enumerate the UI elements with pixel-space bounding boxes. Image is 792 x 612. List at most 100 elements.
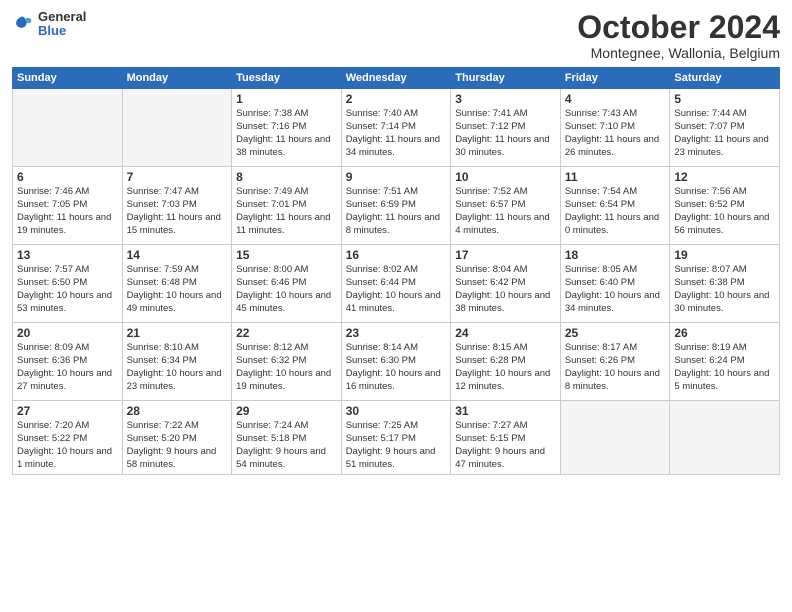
table-row: 24Sunrise: 8:15 AM Sunset: 6:28 PM Dayli… [451, 323, 561, 401]
day-info: Sunrise: 8:00 AM Sunset: 6:46 PM Dayligh… [236, 264, 337, 315]
day-number: 21 [127, 326, 228, 340]
day-number: 6 [17, 170, 118, 184]
day-info: Sunrise: 7:54 AM Sunset: 6:54 PM Dayligh… [565, 186, 666, 237]
logo-text: General Blue [38, 10, 86, 39]
logo: General Blue [12, 10, 86, 39]
table-row: 10 Sunrise: 7:52 AM Sunset: 6:57 PM Dayli… [451, 167, 561, 245]
table-row [122, 89, 232, 167]
subtitle: Montegnee, Wallonia, Belgium [577, 45, 780, 61]
day-info: Sunrise: 7:52 AM Sunset: 6:57 PM Dayligh… [455, 186, 556, 237]
day-number: 27 [17, 404, 118, 418]
table-row: 4 Sunrise: 7:43 AM Sunset: 7:10 PM Daylig… [560, 89, 670, 167]
day-info: Sunrise: 7:41 AM Sunset: 7:12 PM Dayligh… [455, 108, 556, 159]
day-number: 4 [565, 92, 666, 106]
table-row [670, 401, 780, 475]
day-number: 15 [236, 248, 337, 262]
day-number: 14 [127, 248, 228, 262]
day-info: Sunrise: 7:46 AM Sunset: 7:05 PM Dayligh… [17, 186, 118, 237]
col-friday: Friday [560, 68, 670, 89]
day-info: Sunrise: 8:09 AM Sunset: 6:36 PM Dayligh… [17, 342, 118, 393]
day-info: Sunrise: 7:20 AM Sunset: 5:22 PM Dayligh… [17, 420, 118, 471]
table-row: 3 Sunrise: 7:41 AM Sunset: 7:12 PM Daylig… [451, 89, 561, 167]
day-number: 16 [346, 248, 447, 262]
table-row: 20 Sunrise: 8:09 AM Sunset: 6:36 PM Dayli… [13, 323, 123, 401]
table-row: 2Sunrise: 7:40 AM Sunset: 7:14 PM Daylig… [341, 89, 451, 167]
day-info: Sunrise: 7:44 AM Sunset: 7:07 PM Dayligh… [674, 108, 775, 159]
table-row: 22 Sunrise: 8:12 AM Sunset: 6:32 PM Dayli… [232, 323, 342, 401]
day-number: 19 [674, 248, 775, 262]
day-info: Sunrise: 8:07 AM Sunset: 6:38 PM Dayligh… [674, 264, 775, 315]
day-number: 7 [127, 170, 228, 184]
table-row: 17Sunrise: 8:04 AM Sunset: 6:42 PM Dayli… [451, 245, 561, 323]
table-row: 7 Sunrise: 7:47 AM Sunset: 7:03 PM Daylig… [122, 167, 232, 245]
day-info: Sunrise: 7:51 AM Sunset: 6:59 PM Dayligh… [346, 186, 447, 237]
day-number: 18 [565, 248, 666, 262]
day-number: 13 [17, 248, 118, 262]
day-info: Sunrise: 7:57 AM Sunset: 6:50 PM Dayligh… [17, 264, 118, 315]
table-row: 15 Sunrise: 8:00 AM Sunset: 6:46 PM Dayli… [232, 245, 342, 323]
day-number: 17 [455, 248, 556, 262]
day-info: Sunrise: 8:10 AM Sunset: 6:34 PM Dayligh… [127, 342, 228, 393]
day-number: 20 [17, 326, 118, 340]
day-info: Sunrise: 8:19 AM Sunset: 6:24 PM Dayligh… [674, 342, 775, 393]
col-monday: Monday [122, 68, 232, 89]
day-number: 24 [455, 326, 556, 340]
table-row: 16Sunrise: 8:02 AM Sunset: 6:44 PM Dayli… [341, 245, 451, 323]
day-info: Sunrise: 7:25 AM Sunset: 5:17 PM Dayligh… [346, 420, 447, 471]
main-title: October 2024 [577, 10, 780, 45]
table-row: 11Sunrise: 7:54 AM Sunset: 6:54 PM Dayli… [560, 167, 670, 245]
week-row-4: 20 Sunrise: 8:09 AM Sunset: 6:36 PM Dayli… [13, 323, 780, 401]
col-saturday: Saturday [670, 68, 780, 89]
day-info: Sunrise: 8:12 AM Sunset: 6:32 PM Dayligh… [236, 342, 337, 393]
day-info: Sunrise: 7:43 AM Sunset: 7:10 PM Dayligh… [565, 108, 666, 159]
page: General Blue October 2024 Montegnee, Wal… [0, 0, 792, 612]
table-row: 19 Sunrise: 8:07 AM Sunset: 6:38 PM Dayli… [670, 245, 780, 323]
table-row: 12 Sunrise: 7:56 AM Sunset: 6:52 PM Dayli… [670, 167, 780, 245]
day-info: Sunrise: 8:05 AM Sunset: 6:40 PM Dayligh… [565, 264, 666, 315]
table-row: 14 Sunrise: 7:59 AM Sunset: 6:48 PM Dayli… [122, 245, 232, 323]
table-row: 31 Sunrise: 7:27 AM Sunset: 5:15 PM Dayli… [451, 401, 561, 475]
day-number: 8 [236, 170, 337, 184]
day-info: Sunrise: 7:59 AM Sunset: 6:48 PM Dayligh… [127, 264, 228, 315]
day-number: 26 [674, 326, 775, 340]
table-row: 27 Sunrise: 7:20 AM Sunset: 5:22 PM Dayli… [13, 401, 123, 475]
table-row: 28Sunrise: 7:22 AM Sunset: 5:20 PM Dayli… [122, 401, 232, 475]
logo-general-text: General [38, 10, 86, 24]
day-number: 30 [346, 404, 447, 418]
day-number: 31 [455, 404, 556, 418]
day-number: 25 [565, 326, 666, 340]
day-info: Sunrise: 7:27 AM Sunset: 5:15 PM Dayligh… [455, 420, 556, 471]
day-info: Sunrise: 7:56 AM Sunset: 6:52 PM Dayligh… [674, 186, 775, 237]
calendar-header-row: Sunday Monday Tuesday Wednesday Thursday… [13, 68, 780, 89]
table-row: 26 Sunrise: 8:19 AM Sunset: 6:24 PM Dayli… [670, 323, 780, 401]
day-number: 9 [346, 170, 447, 184]
logo-blue-text: Blue [38, 24, 86, 38]
day-info: Sunrise: 7:24 AM Sunset: 5:18 PM Dayligh… [236, 420, 337, 471]
day-info: Sunrise: 7:40 AM Sunset: 7:14 PM Dayligh… [346, 108, 447, 159]
day-number: 1 [236, 92, 337, 106]
week-row-1: 1Sunrise: 7:38 AM Sunset: 7:16 PM Daylig… [13, 89, 780, 167]
title-block: October 2024 Montegnee, Wallonia, Belgiu… [577, 10, 780, 61]
col-thursday: Thursday [451, 68, 561, 89]
day-number: 22 [236, 326, 337, 340]
day-number: 23 [346, 326, 447, 340]
day-number: 10 [455, 170, 556, 184]
table-row: 13 Sunrise: 7:57 AM Sunset: 6:50 PM Dayli… [13, 245, 123, 323]
table-row: 8Sunrise: 7:49 AM Sunset: 7:01 PM Daylig… [232, 167, 342, 245]
day-info: Sunrise: 7:22 AM Sunset: 5:20 PM Dayligh… [127, 420, 228, 471]
day-number: 5 [674, 92, 775, 106]
day-info: Sunrise: 7:47 AM Sunset: 7:03 PM Dayligh… [127, 186, 228, 237]
table-row: 29 Sunrise: 7:24 AM Sunset: 5:18 PM Dayli… [232, 401, 342, 475]
table-row: 21 Sunrise: 8:10 AM Sunset: 6:34 PM Dayli… [122, 323, 232, 401]
table-row: 30 Sunrise: 7:25 AM Sunset: 5:17 PM Dayli… [341, 401, 451, 475]
day-info: Sunrise: 8:14 AM Sunset: 6:30 PM Dayligh… [346, 342, 447, 393]
table-row [13, 89, 123, 167]
day-number: 29 [236, 404, 337, 418]
col-tuesday: Tuesday [232, 68, 342, 89]
day-number: 12 [674, 170, 775, 184]
table-row: 18 Sunrise: 8:05 AM Sunset: 6:40 PM Dayli… [560, 245, 670, 323]
table-row: 5 Sunrise: 7:44 AM Sunset: 7:07 PM Daylig… [670, 89, 780, 167]
day-number: 3 [455, 92, 556, 106]
calendar-table: Sunday Monday Tuesday Wednesday Thursday… [12, 67, 780, 475]
table-row: 6 Sunrise: 7:46 AM Sunset: 7:05 PM Daylig… [13, 167, 123, 245]
